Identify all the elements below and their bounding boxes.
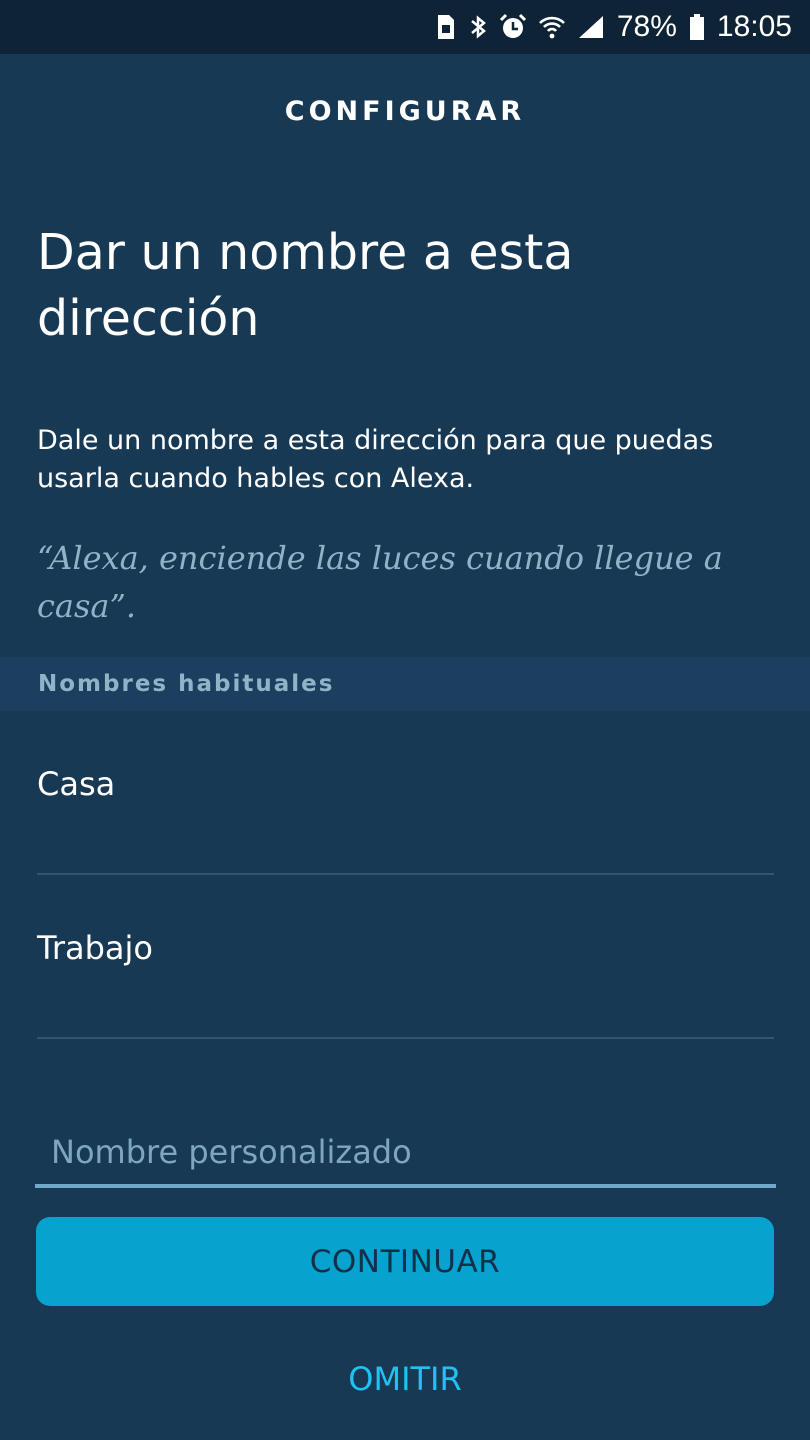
option-label: Casa: [37, 765, 116, 803]
status-bar: 78% 18:05: [0, 0, 810, 54]
skip-button[interactable]: OMITIR: [0, 1360, 810, 1398]
wifi-icon: [538, 12, 565, 42]
option-trabajo[interactable]: Trabajo: [37, 875, 774, 1039]
screen-title: CONFIGURAR: [284, 96, 526, 127]
option-label: Trabajo: [37, 929, 153, 967]
alarm-icon: [499, 12, 527, 42]
signal-icon: [577, 12, 605, 42]
example-phrase: “Alexa, enciende las luces cuando llegue…: [37, 539, 723, 625]
battery-percent: 78%: [616, 10, 677, 43]
bluetooth-icon: [469, 12, 487, 42]
section-title: Nombres habituales: [38, 671, 335, 697]
continue-button[interactable]: CONTINUAR: [36, 1217, 774, 1306]
description-text: Dale un nombre a esta dirección para que…: [37, 425, 714, 494]
battery-icon: [689, 12, 705, 42]
sim-icon: [435, 12, 457, 42]
option-casa[interactable]: Casa: [37, 711, 774, 875]
section-header: Nombres habituales: [0, 657, 810, 711]
page-heading: Dar un nombre a esta dirección: [37, 224, 574, 347]
clock: 18:05: [716, 10, 792, 43]
custom-name-input[interactable]: [35, 1120, 776, 1188]
